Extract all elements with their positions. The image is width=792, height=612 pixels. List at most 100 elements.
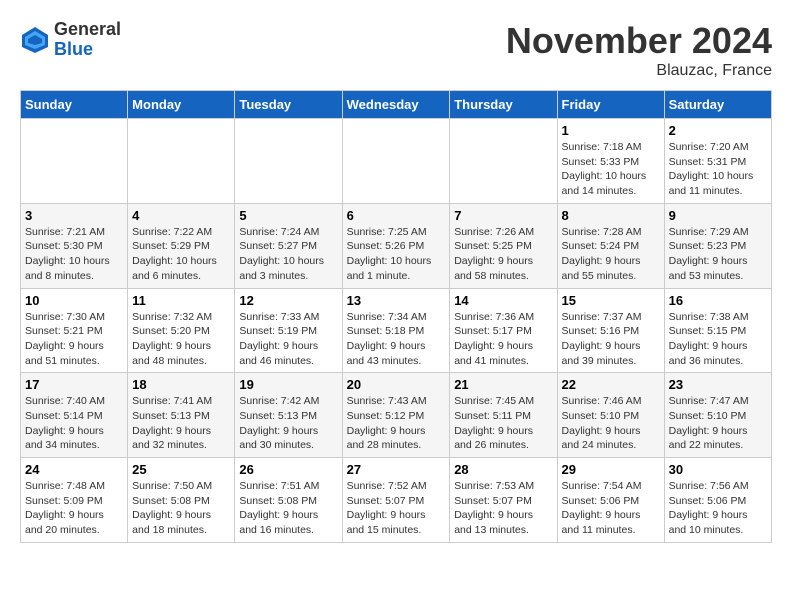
- day-info: Sunrise: 7:50 AM Sunset: 5:08 PM Dayligh…: [132, 479, 230, 538]
- calendar-cell: 29 Sunrise: 7:54 AM Sunset: 5:06 PM Dayli…: [557, 458, 664, 543]
- calendar-cell: 4 Sunrise: 7:22 AM Sunset: 5:29 PM Daylig…: [128, 203, 235, 288]
- calendar-cell: 19 Sunrise: 7:42 AM Sunset: 5:13 PM Dayli…: [235, 373, 342, 458]
- logo-icon: [20, 25, 50, 55]
- day-number: 10: [25, 293, 123, 308]
- day-info: Sunrise: 7:40 AM Sunset: 5:14 PM Dayligh…: [25, 394, 123, 453]
- day-number: 20: [347, 377, 446, 392]
- day-number: 28: [454, 462, 552, 477]
- calendar-cell: 27Sunrise: 7:52 AM Sunset: 5:07 PM Dayli…: [342, 458, 450, 543]
- day-info: Sunrise: 7:43 AM Sunset: 5:12 PM Dayligh…: [347, 394, 446, 453]
- day-number: 7: [454, 208, 552, 223]
- day-number: 23: [669, 377, 767, 392]
- calendar-cell: 20 Sunrise: 7:43 AM Sunset: 5:12 PM Dayli…: [342, 373, 450, 458]
- day-number: 21: [454, 377, 552, 392]
- day-info: Sunrise: 7:42 AM Sunset: 5:13 PM Dayligh…: [239, 394, 337, 453]
- header-monday: Monday: [128, 91, 235, 119]
- calendar-cell: 14 Sunrise: 7:36 AM Sunset: 5:17 PM Dayli…: [450, 288, 557, 373]
- day-number: 18: [132, 377, 230, 392]
- day-number: 6: [347, 208, 446, 223]
- calendar-header-row: SundayMondayTuesdayWednesdayThursdayFrid…: [21, 91, 772, 119]
- day-info: Sunrise: 7:34 AM Sunset: 5:18 PM Dayligh…: [347, 310, 446, 369]
- day-number: 2: [669, 123, 767, 138]
- calendar-cell: 13 Sunrise: 7:34 AM Sunset: 5:18 PM Dayli…: [342, 288, 450, 373]
- day-number: 12: [239, 293, 337, 308]
- day-number: 9: [669, 208, 767, 223]
- calendar-week-1: 1 Sunrise: 7:18 AM Sunset: 5:33 PM Daylig…: [21, 119, 772, 204]
- calendar-cell: 5Sunrise: 7:24 AM Sunset: 5:27 PM Daylig…: [235, 203, 342, 288]
- calendar-cell: 28Sunrise: 7:53 AM Sunset: 5:07 PM Dayli…: [450, 458, 557, 543]
- calendar-cell: 9 Sunrise: 7:29 AM Sunset: 5:23 PM Daylig…: [664, 203, 771, 288]
- day-number: 19: [239, 377, 337, 392]
- day-info: Sunrise: 7:25 AM Sunset: 5:26 PM Dayligh…: [347, 225, 446, 284]
- calendar-cell: 25 Sunrise: 7:50 AM Sunset: 5:08 PM Dayli…: [128, 458, 235, 543]
- day-info: Sunrise: 7:47 AM Sunset: 5:10 PM Dayligh…: [669, 394, 767, 453]
- day-number: 17: [25, 377, 123, 392]
- calendar-cell: 10 Sunrise: 7:30 AM Sunset: 5:21 PM Dayli…: [21, 288, 128, 373]
- day-info: Sunrise: 7:36 AM Sunset: 5:17 PM Dayligh…: [454, 310, 552, 369]
- day-info: Sunrise: 7:56 AM Sunset: 5:06 PM Dayligh…: [669, 479, 767, 538]
- day-number: 5: [239, 208, 337, 223]
- day-number: 26: [239, 462, 337, 477]
- day-info: Sunrise: 7:30 AM Sunset: 5:21 PM Dayligh…: [25, 310, 123, 369]
- day-info: Sunrise: 7:48 AM Sunset: 5:09 PM Dayligh…: [25, 479, 123, 538]
- calendar-week-4: 17 Sunrise: 7:40 AM Sunset: 5:14 PM Dayli…: [21, 373, 772, 458]
- day-info: Sunrise: 7:29 AM Sunset: 5:23 PM Dayligh…: [669, 225, 767, 284]
- calendar-cell: [342, 119, 450, 204]
- day-number: 14: [454, 293, 552, 308]
- calendar-week-5: 24 Sunrise: 7:48 AM Sunset: 5:09 PM Dayli…: [21, 458, 772, 543]
- header-wednesday: Wednesday: [342, 91, 450, 119]
- calendar-cell: 24 Sunrise: 7:48 AM Sunset: 5:09 PM Dayli…: [21, 458, 128, 543]
- day-info: Sunrise: 7:33 AM Sunset: 5:19 PM Dayligh…: [239, 310, 337, 369]
- day-info: Sunrise: 7:26 AM Sunset: 5:25 PM Dayligh…: [454, 225, 552, 284]
- calendar-cell: 26Sunrise: 7:51 AM Sunset: 5:08 PM Dayli…: [235, 458, 342, 543]
- logo-general: General: [54, 20, 121, 40]
- title-block: November 2024 Blauzac, France: [506, 20, 772, 80]
- day-info: Sunrise: 7:21 AM Sunset: 5:30 PM Dayligh…: [25, 225, 123, 284]
- day-number: 1: [562, 123, 660, 138]
- day-info: Sunrise: 7:28 AM Sunset: 5:24 PM Dayligh…: [562, 225, 660, 284]
- calendar-cell: 2Sunrise: 7:20 AM Sunset: 5:31 PM Daylig…: [664, 119, 771, 204]
- day-number: 13: [347, 293, 446, 308]
- calendar-cell: 3Sunrise: 7:21 AM Sunset: 5:30 PM Daylig…: [21, 203, 128, 288]
- calendar-cell: [235, 119, 342, 204]
- calendar-cell: [450, 119, 557, 204]
- day-info: Sunrise: 7:41 AM Sunset: 5:13 PM Dayligh…: [132, 394, 230, 453]
- day-info: Sunrise: 7:22 AM Sunset: 5:29 PM Dayligh…: [132, 225, 230, 284]
- header-tuesday: Tuesday: [235, 91, 342, 119]
- day-number: 4: [132, 208, 230, 223]
- month-title: November 2024: [506, 20, 772, 62]
- day-number: 8: [562, 208, 660, 223]
- calendar-cell: 30 Sunrise: 7:56 AM Sunset: 5:06 PM Dayli…: [664, 458, 771, 543]
- logo: General Blue: [20, 20, 121, 60]
- calendar-cell: 15 Sunrise: 7:37 AM Sunset: 5:16 PM Dayli…: [557, 288, 664, 373]
- day-number: 16: [669, 293, 767, 308]
- calendar-cell: 12 Sunrise: 7:33 AM Sunset: 5:19 PM Dayli…: [235, 288, 342, 373]
- header-friday: Friday: [557, 91, 664, 119]
- day-info: Sunrise: 7:32 AM Sunset: 5:20 PM Dayligh…: [132, 310, 230, 369]
- calendar-week-3: 10 Sunrise: 7:30 AM Sunset: 5:21 PM Dayli…: [21, 288, 772, 373]
- calendar-cell: 8 Sunrise: 7:28 AM Sunset: 5:24 PM Daylig…: [557, 203, 664, 288]
- day-number: 30: [669, 462, 767, 477]
- day-info: Sunrise: 7:45 AM Sunset: 5:11 PM Dayligh…: [454, 394, 552, 453]
- day-number: 15: [562, 293, 660, 308]
- day-info: Sunrise: 7:37 AM Sunset: 5:16 PM Dayligh…: [562, 310, 660, 369]
- location: Blauzac, France: [506, 62, 772, 80]
- day-number: 11: [132, 293, 230, 308]
- header-sunday: Sunday: [21, 91, 128, 119]
- page-header: General Blue November 2024 Blauzac, Fran…: [20, 20, 772, 80]
- header-saturday: Saturday: [664, 91, 771, 119]
- calendar-table: SundayMondayTuesdayWednesdayThursdayFrid…: [20, 90, 772, 543]
- day-info: Sunrise: 7:52 AM Sunset: 5:07 PM Dayligh…: [347, 479, 446, 538]
- day-number: 24: [25, 462, 123, 477]
- calendar-week-2: 3Sunrise: 7:21 AM Sunset: 5:30 PM Daylig…: [21, 203, 772, 288]
- calendar-cell: 18 Sunrise: 7:41 AM Sunset: 5:13 PM Dayli…: [128, 373, 235, 458]
- day-number: 22: [562, 377, 660, 392]
- calendar-cell: 17 Sunrise: 7:40 AM Sunset: 5:14 PM Dayli…: [21, 373, 128, 458]
- calendar-cell: 16Sunrise: 7:38 AM Sunset: 5:15 PM Dayli…: [664, 288, 771, 373]
- day-info: Sunrise: 7:54 AM Sunset: 5:06 PM Dayligh…: [562, 479, 660, 538]
- day-number: 29: [562, 462, 660, 477]
- logo-text: General Blue: [54, 20, 121, 60]
- day-info: Sunrise: 7:18 AM Sunset: 5:33 PM Dayligh…: [562, 140, 660, 199]
- day-number: 25: [132, 462, 230, 477]
- calendar-cell: [128, 119, 235, 204]
